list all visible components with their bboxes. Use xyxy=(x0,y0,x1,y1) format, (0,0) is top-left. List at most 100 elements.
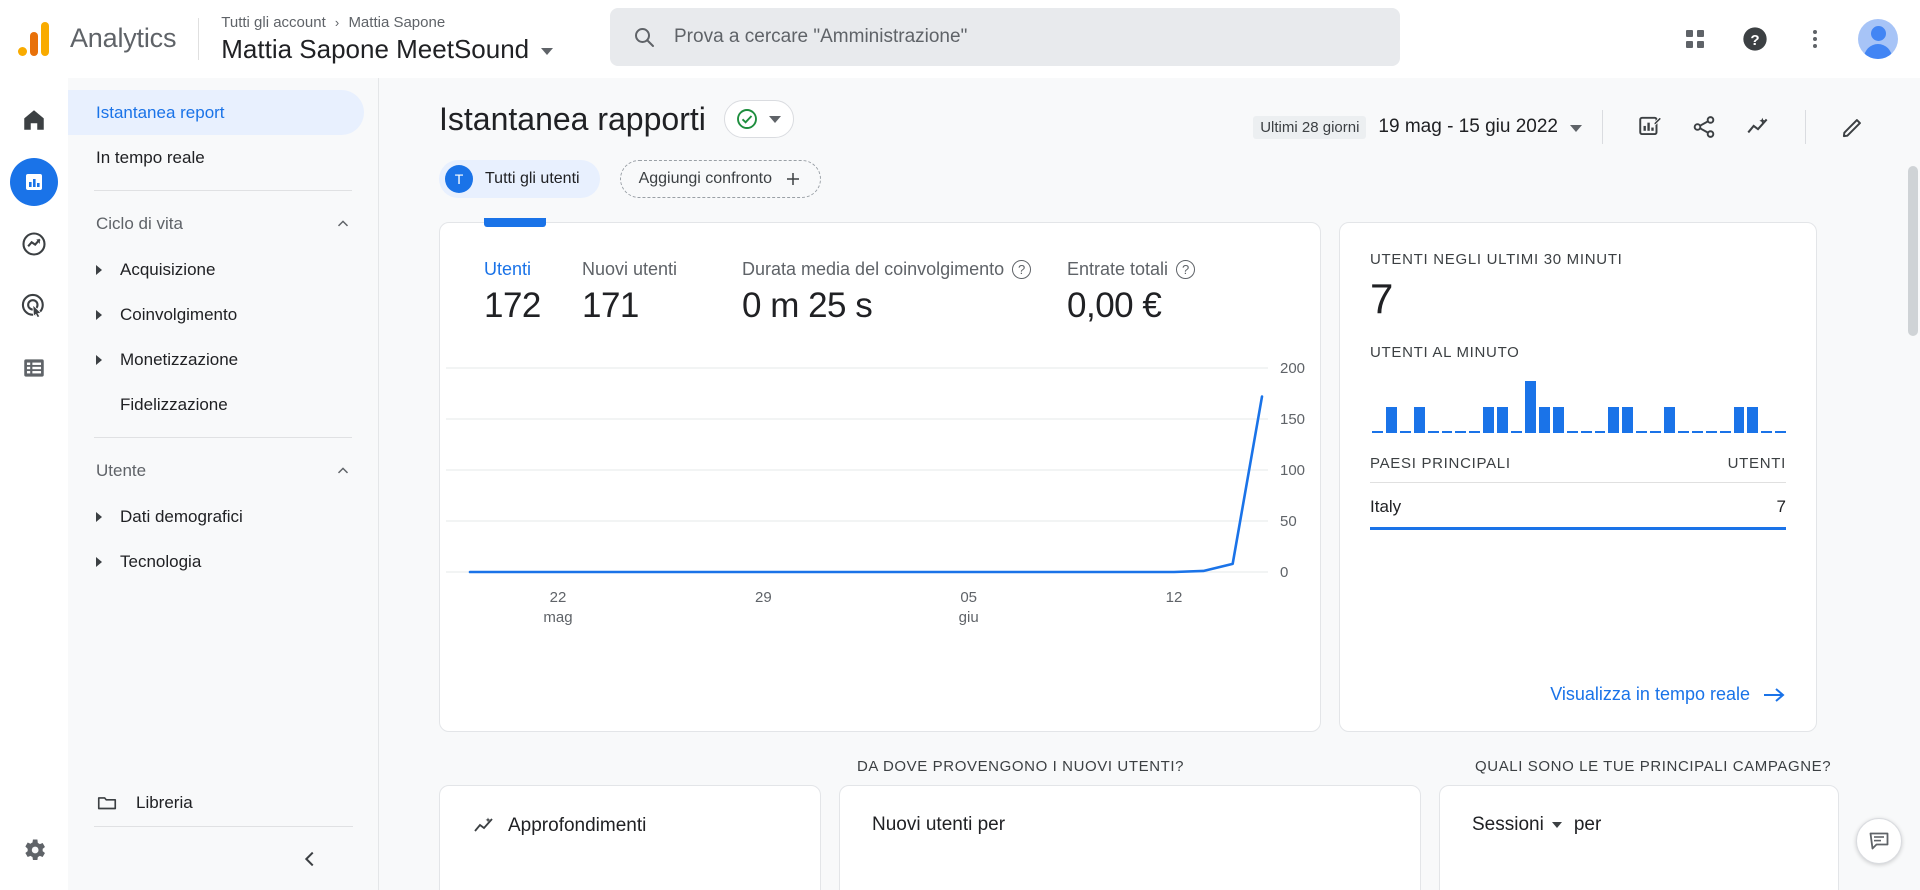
metrics-row: Utenti 172 Nuovi utenti 171 Durata media… xyxy=(440,223,1320,326)
rail-item-configure[interactable] xyxy=(10,344,58,392)
sidebar-item-tecnologia[interactable]: Tecnologia xyxy=(68,539,378,584)
folder-icon xyxy=(97,797,117,810)
sidebar-group-user[interactable]: Utente xyxy=(68,448,378,494)
sidebar-item-monetizzazione[interactable]: Monetizzazione xyxy=(68,337,378,382)
chevron-down-icon[interactable] xyxy=(1570,125,1582,132)
sidebar-item-realtime[interactable]: In tempo reale xyxy=(68,135,364,180)
help-icon[interactable]: ? xyxy=(1176,260,1196,279)
realtime-bar xyxy=(1483,407,1495,433)
add-comparison-button[interactable]: Aggiungi confronto xyxy=(619,160,821,198)
help-icon[interactable]: ? xyxy=(1012,260,1032,279)
countries-header: PAESI PRINCIPALI xyxy=(1370,455,1511,472)
insights-trend-icon[interactable] xyxy=(1741,110,1775,144)
check-circle-icon xyxy=(736,109,757,129)
users-line-chart[interactable]: 0 50 100 150 200 22 mag 29 05 giu 12 xyxy=(440,350,1320,650)
explore-icon xyxy=(22,232,46,256)
sidebar-collapse-row xyxy=(94,826,353,890)
breadcrumb: Tutti gli account › Mattia Sapone xyxy=(221,13,553,33)
metric-label: Utenti xyxy=(484,259,532,279)
sidebar-item-acquisizione[interactable]: Acquisizione xyxy=(68,247,378,292)
apps-grid-icon[interactable] xyxy=(1678,22,1712,56)
metric-entrate-totali[interactable]: Entrate totali ? 0,00 € xyxy=(1067,259,1196,326)
realtime-bar-chart[interactable] xyxy=(1370,375,1787,433)
realtime-bar xyxy=(1441,431,1453,433)
date-controls: Ultimi 28 giorni 19 mag - 15 giu 2022 xyxy=(1253,100,1880,144)
table-row[interactable]: Italy 7 xyxy=(1370,483,1786,530)
account-selector[interactable]: Tutti gli account › Mattia Sapone Mattia… xyxy=(221,13,554,65)
search-input[interactable]: Prova a cercare "Amministrazione" xyxy=(610,8,1400,66)
campaigns-card[interactable]: Sessioni per xyxy=(1439,785,1839,890)
main-content: Istantanea rapporti Ultimi 28 giorni 19 … xyxy=(379,78,1920,890)
breadcrumb-all-accounts[interactable]: Tutti gli account xyxy=(221,14,326,31)
realtime-bar xyxy=(1497,407,1509,433)
metric-durata-media[interactable]: Durata media del coinvolgimento ? 0 m 25… xyxy=(742,259,1067,326)
realtime-bar xyxy=(1538,407,1550,433)
chevron-down-icon xyxy=(768,115,781,123)
view-realtime-link[interactable]: Visualizza in tempo reale xyxy=(1550,684,1786,705)
realtime-bar xyxy=(1385,407,1397,433)
realtime-bar xyxy=(1733,407,1745,433)
x-tick-sublabel: mag xyxy=(543,609,572,626)
chip-all-users[interactable]: T Tutti gli utenti xyxy=(439,160,600,198)
sessions-label: Sessioni xyxy=(1472,814,1544,835)
triangle-right-icon xyxy=(96,264,102,275)
new-users-card[interactable]: Nuovi utenti per xyxy=(839,785,1421,890)
edit-pencil-icon[interactable] xyxy=(1836,110,1870,144)
more-vert-icon[interactable] xyxy=(1798,22,1832,56)
add-comparison-label: Aggiungi confronto xyxy=(638,170,772,187)
sidebar-group-lifecycle[interactable]: Ciclo di vita xyxy=(68,201,378,247)
divider xyxy=(94,437,352,438)
realtime-card: UTENTI NEGLI ULTIMI 30 MINUTI 7 UTENTI A… xyxy=(1339,222,1817,732)
report-status-pill[interactable] xyxy=(723,100,794,138)
scrollbar[interactable] xyxy=(1908,166,1918,336)
insights-card[interactable]: Approfondimenti xyxy=(439,785,821,890)
y-tick-label: 0 xyxy=(1280,564,1288,581)
metric-nuovi-utenti[interactable]: Nuovi utenti 171 xyxy=(582,259,742,326)
realtime-per-minute-label: UTENTI AL MINUTO xyxy=(1370,344,1520,361)
metric-label: Nuovi utenti xyxy=(582,259,678,279)
sidebar-item-dati-demografici[interactable]: Dati demografici xyxy=(68,494,378,539)
chip-label: Tutti gli utenti xyxy=(485,170,580,187)
rail-item-explore[interactable] xyxy=(10,220,58,268)
sidebar-item-label: Coinvolgimento xyxy=(120,304,238,324)
realtime-bar xyxy=(1622,407,1634,433)
sidebar-item-coinvolgimento[interactable]: Coinvolgimento xyxy=(68,292,378,337)
realtime-table-header: PAESI PRINCIPALI UTENTI xyxy=(1370,455,1786,483)
rail-item-admin[interactable] xyxy=(0,836,68,864)
chevron-down-icon[interactable] xyxy=(541,48,554,55)
icon-rail xyxy=(0,78,68,890)
realtime-bar xyxy=(1705,431,1717,433)
metric-label: Durata media del coinvolgimento xyxy=(742,259,1005,279)
sidebar-group-label: Ciclo di vita xyxy=(96,214,183,233)
realtime-bar xyxy=(1664,407,1675,433)
x-tick-label: 05 xyxy=(960,589,977,606)
sessions-selector[interactable]: Sessioni xyxy=(1472,814,1562,836)
metric-value: 0,00 € xyxy=(1067,286,1162,325)
users-overview-card: Utenti 172 Nuovi utenti 171 Durata media… xyxy=(439,218,1321,732)
rail-item-advertising[interactable] xyxy=(10,282,58,330)
triangle-right-icon xyxy=(96,309,102,320)
share-icon[interactable] xyxy=(1687,110,1721,144)
svg-text:?: ? xyxy=(1750,32,1759,49)
realtime-bar xyxy=(1691,431,1703,433)
y-tick-label: 50 xyxy=(1280,513,1297,530)
sidebar-item-libreria[interactable]: Libreria xyxy=(68,780,379,826)
avatar[interactable] xyxy=(1858,19,1898,59)
country-name: Italy xyxy=(1370,497,1402,516)
metric-utenti[interactable]: Utenti 172 xyxy=(484,259,582,326)
users-header: UTENTI xyxy=(1727,455,1786,472)
chevron-left-icon[interactable] xyxy=(299,848,321,870)
date-range-selector[interactable]: 19 mag - 15 giu 2022 xyxy=(1378,116,1558,138)
triangle-right-icon xyxy=(96,511,102,522)
rail-item-reports[interactable] xyxy=(10,158,58,206)
sidebar-item-label: Tecnologia xyxy=(120,551,202,571)
feedback-button[interactable] xyxy=(1856,818,1902,864)
realtime-bar xyxy=(1747,407,1759,433)
insights-report-icon[interactable] xyxy=(1633,110,1667,144)
sidebar-item-label: Fidelizzazione xyxy=(120,394,228,414)
help-icon[interactable]: ? xyxy=(1738,22,1772,56)
sidebar-item-fidelizzazione[interactable]: Fidelizzazione xyxy=(68,382,378,427)
rail-item-home[interactable] xyxy=(10,96,58,144)
sidebar-item-reports-snapshot[interactable]: Istantanea report xyxy=(68,90,364,135)
breadcrumb-account[interactable]: Mattia Sapone xyxy=(348,14,445,31)
